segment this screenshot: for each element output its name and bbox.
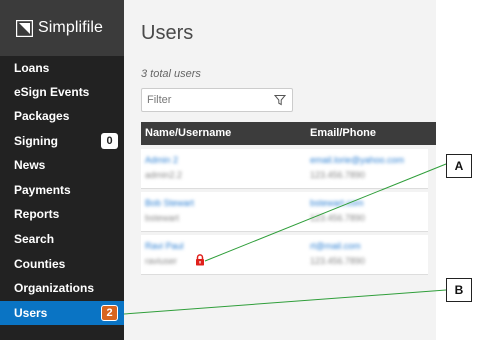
callout-line-b	[123, 289, 447, 315]
callout-layer: A B	[0, 0, 480, 340]
callout-lines	[123, 163, 447, 315]
callout-line-a	[204, 163, 447, 262]
callout-a: A	[446, 154, 472, 178]
callout-b: B	[446, 278, 472, 302]
